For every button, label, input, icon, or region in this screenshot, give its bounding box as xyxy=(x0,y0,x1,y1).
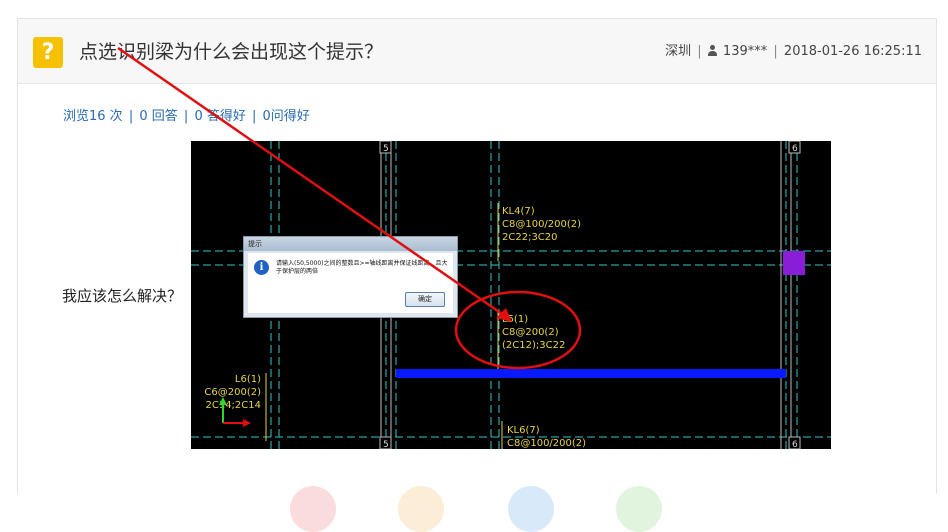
share-icon[interactable] xyxy=(290,486,336,532)
selected-beam[interactable] xyxy=(396,369,786,378)
cad-label: C6@200(2) xyxy=(204,387,261,398)
cad-label: 2C14;2C14 xyxy=(205,400,261,411)
separator: | xyxy=(183,109,189,124)
axis-label: 5 xyxy=(383,440,389,449)
separator: | xyxy=(697,44,702,59)
cad-label: L5(1) xyxy=(502,314,528,325)
share-icon[interactable] xyxy=(616,486,662,532)
user-icon xyxy=(707,45,717,56)
separator: | xyxy=(251,109,257,124)
question-meta: 深圳 | 139*** | 2018-01-26 16:25:11 xyxy=(665,42,922,62)
question-body-text: 我应该怎么解决？ xyxy=(62,287,183,305)
axis-label: 5 xyxy=(383,144,389,154)
axis-label: 6 xyxy=(792,144,798,154)
column-block[interactable] xyxy=(783,251,805,275)
cad-label: C8@100/200(2) xyxy=(507,438,586,449)
axis-label: 6 xyxy=(792,440,798,449)
info-icon: i xyxy=(254,260,269,275)
cad-label: C8@100/200(2) xyxy=(502,219,581,230)
question-header: ? 点选识别梁为什么会出现这个提示？ 深圳 | 139*** | 2018-01… xyxy=(18,19,936,84)
question-icon: ? xyxy=(33,37,63,68)
cad-label: (2C12);3C22 xyxy=(502,340,565,351)
question-title: 点选识别梁为什么会出现这个提示？ xyxy=(79,41,384,63)
cad-label: C8@200(2) xyxy=(502,327,559,338)
question-stats: 浏览16 次 | 0 回答 | 0 答得好 | 0问得好 xyxy=(63,105,310,124)
dialog-message: 请输入(50,5000)之间的整数且>=轴线距离并保证线距离，且大于保护层的两倍 xyxy=(276,260,448,275)
cad-label: L6(1) xyxy=(235,374,261,385)
separator: | xyxy=(128,109,134,124)
dialog-ok-button[interactable]: 确定 xyxy=(405,292,445,307)
dialog-title: 提示 xyxy=(244,237,457,251)
good-questions-count: 0问得好 xyxy=(262,109,310,124)
question-panel: ? 点选识别梁为什么会出现这个提示？ 深圳 | 139*** | 2018-01… xyxy=(17,18,937,494)
alert-dialog: 提示 i 请输入(50,5000)之间的整数且>=轴线距离并保证线距离，且大于保… xyxy=(243,236,458,318)
cad-label: KL4(7) xyxy=(502,206,535,217)
cad-label: 2C22;3C20 xyxy=(502,232,558,243)
answers-count[interactable]: 0 回答 xyxy=(139,109,177,124)
cad-screenshot[interactable]: 5 6 5 6 KL4(7) C8@100/200(2) 2C22;3C20 L… xyxy=(191,141,831,449)
cad-label: KL6(7) xyxy=(507,425,540,436)
share-icon[interactable] xyxy=(508,486,554,532)
views-count: 浏览16 次 xyxy=(63,109,123,124)
user-name[interactable]: 139*** xyxy=(723,44,767,59)
location: 深圳 xyxy=(665,44,692,59)
post-datetime: 2018-01-26 16:25:11 xyxy=(783,44,922,59)
good-answers-count: 0 答得好 xyxy=(194,109,246,124)
share-icon[interactable] xyxy=(398,486,444,532)
dialog-body: i 请输入(50,5000)之间的整数且>=轴线距离并保证线距离，且大于保护层的… xyxy=(248,253,453,313)
separator: | xyxy=(773,44,778,59)
